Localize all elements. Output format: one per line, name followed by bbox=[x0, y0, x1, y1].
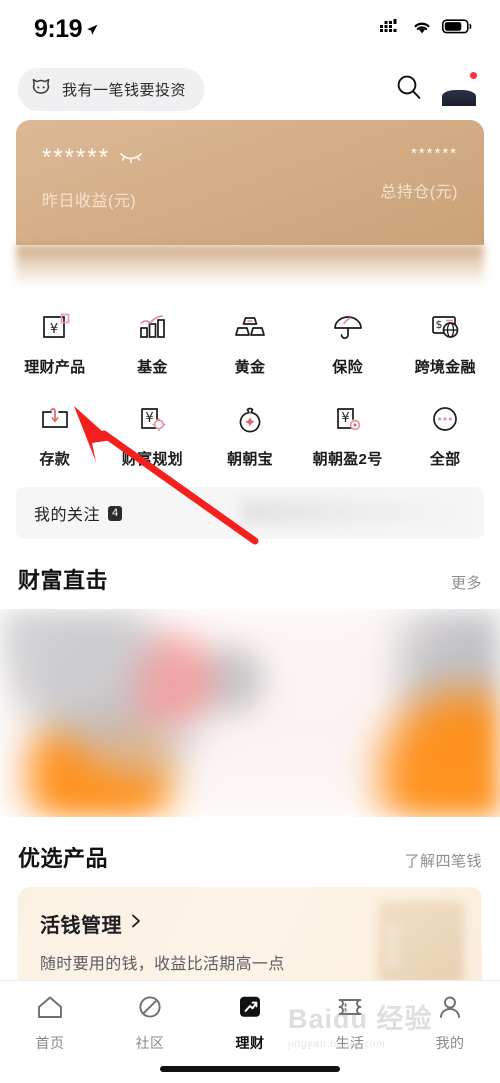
tab-profile[interactable]: 我的 bbox=[400, 993, 500, 1053]
quick-action-label: 存款 bbox=[39, 451, 71, 468]
quick-action-quanbu[interactable]: 全部 bbox=[396, 389, 494, 481]
deposit-box-icon bbox=[35, 399, 75, 439]
community-planet-icon bbox=[135, 993, 165, 1026]
my-follows-badge: 4 bbox=[108, 505, 123, 521]
svg-text:¥: ¥ bbox=[341, 411, 349, 426]
total-holdings-label: 总持仓(元) bbox=[380, 184, 458, 201]
search-input[interactable]: 我有一笔钱要投资 bbox=[18, 67, 205, 111]
tab-label: 首页 bbox=[35, 1035, 65, 1051]
total-holdings: ****** 总持仓(元) bbox=[380, 146, 458, 202]
home-indicator bbox=[160, 1066, 340, 1072]
search-pill-label: 我有一笔钱要投资 bbox=[62, 81, 187, 99]
wealth-section-more[interactable]: 更多 bbox=[451, 572, 482, 593]
wealth-section-header: 财富直击 更多 bbox=[0, 539, 500, 609]
money-bag-icon bbox=[230, 399, 270, 439]
bottom-tab-bar: 首页 社区 理财 生活 我的 bbox=[0, 980, 500, 1083]
follows-blurred-content bbox=[240, 499, 460, 525]
chevron-right-icon bbox=[130, 912, 142, 935]
svg-text:¥: ¥ bbox=[50, 322, 58, 337]
app-screen: 9:19 我有一笔钱要投资 ****** 昨日收益(元) ****** 总持仓(… bbox=[0, 0, 500, 1083]
notification-dot bbox=[469, 71, 478, 80]
more-dots-icon bbox=[425, 399, 465, 439]
quick-action-label: 朝朝宝 bbox=[227, 451, 273, 468]
balance-card-fade bbox=[16, 245, 484, 287]
globe-card-icon: $ bbox=[425, 307, 465, 347]
battery-icon bbox=[442, 19, 472, 39]
yuan-gear-icon: ¥ bbox=[132, 399, 172, 439]
tab-label: 生活 bbox=[335, 1035, 365, 1051]
status-time-text: 9:19 bbox=[34, 14, 83, 43]
finance-trend-icon bbox=[235, 993, 265, 1026]
status-time: 9:19 bbox=[34, 15, 99, 44]
tab-finance[interactable]: 理财 bbox=[200, 993, 300, 1053]
quick-action-label: 财富规划 bbox=[121, 451, 183, 468]
tab-community[interactable]: 社区 bbox=[100, 993, 200, 1053]
umbrella-icon bbox=[328, 307, 368, 347]
quick-action-label: 全部 bbox=[429, 451, 461, 468]
home-icon bbox=[35, 993, 65, 1026]
life-ticket-icon bbox=[335, 993, 365, 1026]
quick-action-cunkuan[interactable]: 存款 bbox=[6, 389, 104, 481]
masked-earnings-value: ****** bbox=[42, 146, 144, 170]
quick-action-jijin[interactable]: 基金 bbox=[104, 297, 202, 389]
quick-actions-row-2: 存款 ¥ 财富规划 朝朝宝 ¥ 朝朝盈2号 全部 bbox=[6, 389, 494, 481]
balance-card[interactable]: ****** 昨日收益(元) ****** 总持仓(元) bbox=[16, 120, 484, 245]
quick-action-label: 黄金 bbox=[234, 359, 266, 376]
quick-action-label: 保险 bbox=[332, 359, 363, 376]
svg-text:¥: ¥ bbox=[146, 411, 154, 426]
cat-mascot-icon bbox=[29, 75, 53, 104]
cellular-signal-icon bbox=[380, 19, 402, 39]
products-section-more[interactable]: 了解四笔钱 bbox=[404, 850, 482, 871]
quick-action-label: 理财产品 bbox=[24, 359, 86, 376]
feed-blurred-content bbox=[0, 609, 500, 817]
gold-bars-icon bbox=[230, 307, 270, 347]
my-follows-label: 我的关注 bbox=[34, 507, 101, 524]
products-section-title: 优选产品 bbox=[18, 846, 109, 871]
status-bar: 9:19 bbox=[0, 0, 500, 58]
top-actions bbox=[394, 71, 478, 107]
yesterday-earnings-label: 昨日收益(元) bbox=[42, 193, 137, 210]
product-card-illustration bbox=[378, 901, 464, 985]
wealth-feed-blurred[interactable] bbox=[0, 609, 500, 817]
bar-chart-icon bbox=[132, 307, 172, 347]
tab-life[interactable]: 生活 bbox=[300, 993, 400, 1053]
top-bar: 我有一笔钱要投资 bbox=[0, 58, 500, 120]
search-icon[interactable] bbox=[394, 72, 424, 107]
user-avatar[interactable] bbox=[442, 71, 478, 106]
quick-action-huangjin[interactable]: 黄金 bbox=[201, 297, 299, 389]
tab-home[interactable]: 首页 bbox=[0, 993, 100, 1053]
profile-person-icon bbox=[435, 993, 465, 1026]
eye-hidden-icon[interactable] bbox=[118, 146, 144, 170]
product-card-title: 活钱管理 bbox=[40, 915, 122, 937]
quick-action-caifuguihua[interactable]: ¥ 财富规划 bbox=[104, 389, 202, 481]
my-follows-strip[interactable]: 我的关注 4 bbox=[16, 487, 484, 539]
yuan-box-icon: ¥ bbox=[35, 307, 75, 347]
products-section-header: 优选产品 了解四笔钱 bbox=[0, 817, 500, 887]
quick-actions-grid: ¥ 理财产品 基金 黄金 保险 $ 跨境金融 存款 ¥ 财富规划 朝朝宝 ¥ 朝… bbox=[0, 287, 500, 481]
yesterday-earnings: ****** 昨日收益(元) bbox=[42, 146, 144, 211]
svg-text:$: $ bbox=[436, 318, 443, 331]
quick-action-label: 跨境金融 bbox=[414, 359, 476, 376]
quick-action-kuajing[interactable]: $ 跨境金融 bbox=[396, 297, 494, 389]
tab-label: 社区 bbox=[135, 1035, 165, 1051]
quick-action-chaochaobao[interactable]: 朝朝宝 bbox=[201, 389, 299, 481]
quick-actions-row-1: ¥ 理财产品 基金 黄金 保险 $ 跨境金融 bbox=[6, 297, 494, 389]
status-indicators bbox=[380, 19, 472, 40]
quick-action-label: 朝朝盈2号 bbox=[312, 451, 383, 468]
tab-label: 我的 bbox=[435, 1035, 465, 1051]
wifi-icon bbox=[411, 19, 433, 40]
quick-action-chaochaoying2[interactable]: ¥ 朝朝盈2号 bbox=[299, 389, 397, 481]
wealth-section-title: 财富直击 bbox=[18, 568, 109, 593]
quick-action-baoxian[interactable]: 保险 bbox=[299, 297, 397, 389]
yuan-doc-icon: ¥ bbox=[328, 399, 368, 439]
quick-action-licai[interactable]: ¥ 理财产品 bbox=[6, 297, 104, 389]
quick-action-label: 基金 bbox=[137, 359, 168, 376]
masked-holdings-value: ****** bbox=[410, 145, 458, 162]
location-arrow-icon bbox=[85, 15, 99, 44]
balance-card-zone: ****** 昨日收益(元) ****** 总持仓(元) bbox=[0, 120, 500, 245]
tab-label: 理财 bbox=[235, 1035, 265, 1051]
